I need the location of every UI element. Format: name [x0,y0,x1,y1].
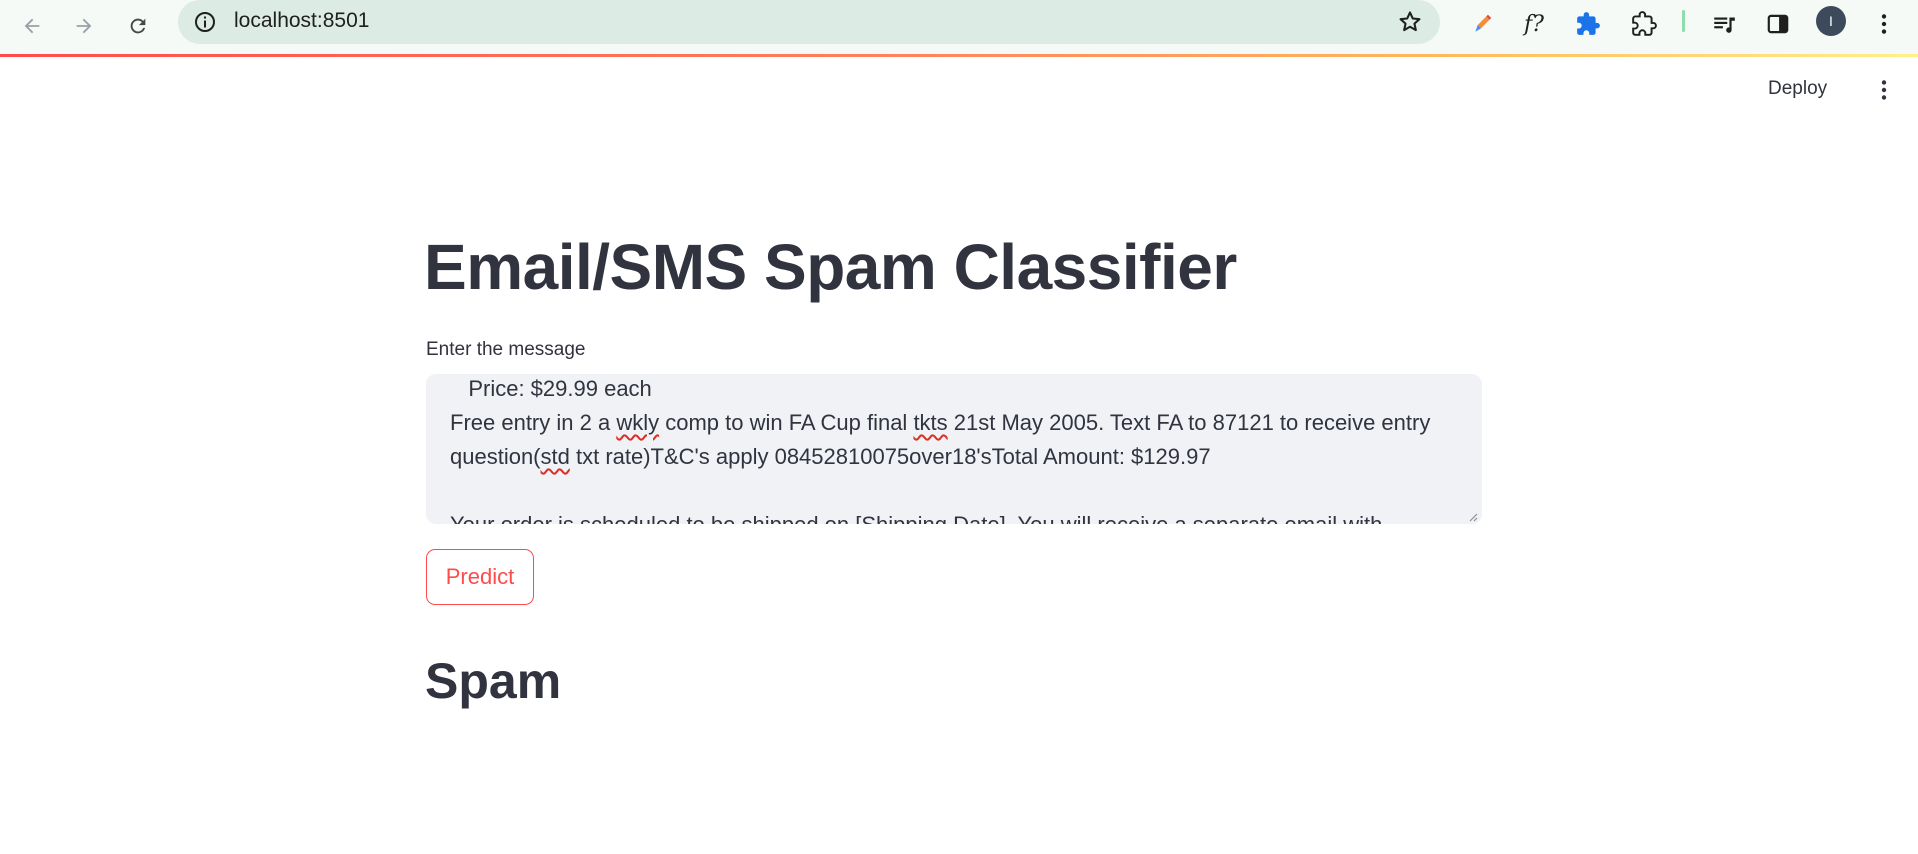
message-input-label: Enter the message [426,339,586,360]
browser-menu-icon[interactable] [1864,6,1904,42]
browser-toolbar: localhost:8501 f? I [0,0,1918,54]
predict-button[interactable]: Predict [426,549,534,605]
site-info-icon[interactable] [192,9,218,35]
reload-button[interactable] [118,6,158,46]
side-panel-icon[interactable] [1758,6,1798,42]
reload-icon [130,18,146,34]
arrow-right-icon [76,18,92,34]
forward-button[interactable] [64,6,104,46]
fx-icon[interactable]: f? [1514,6,1554,42]
deploy-button[interactable]: Deploy [1768,76,1827,102]
profile-avatar[interactable]: I [1816,6,1846,36]
resize-handle-icon[interactable] [1468,512,1478,522]
message-text: Price: $29.99 each Free entry in 2 a wkly… [450,374,1460,524]
message-textarea[interactable]: Price: $29.99 each Free entry in 2 a wkly… [426,374,1482,524]
message-line: Your order is scheduled to be shipped on… [450,508,1460,524]
toolbar-separator [1682,10,1685,32]
message-line: Price: $29.99 each [450,376,652,401]
message-line: question(std txt rate)T&C's apply 084528… [450,444,1211,469]
header-decoration-bar [0,54,1918,57]
message-line [450,474,1460,508]
color-picker-icon[interactable] [1462,6,1502,42]
prediction-result: Spam [425,653,562,709]
address-bar[interactable]: localhost:8501 [178,0,1440,44]
page-title: Email/SMS Spam Classifier [424,231,1237,303]
url-text: localhost:8501 [234,9,370,32]
back-button[interactable] [12,6,52,46]
puzzle-icon[interactable] [1568,6,1608,42]
message-line: Free entry in 2 a wkly comp to win FA Cu… [450,410,1431,435]
main-menu-icon[interactable] [1870,76,1898,104]
arrow-left-icon [24,18,40,34]
extensions-icon[interactable] [1624,6,1664,42]
reading-list-icon[interactable] [1704,6,1744,42]
bookmark-star-icon[interactable] [1396,8,1424,36]
